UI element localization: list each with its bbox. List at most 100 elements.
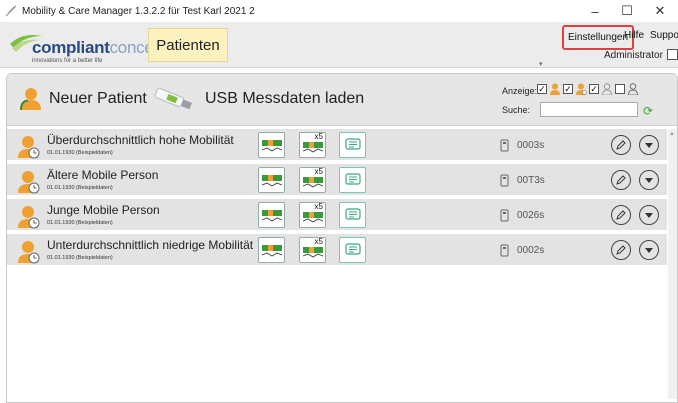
x5-label: x5 bbox=[314, 237, 323, 246]
sensor-icon bbox=[500, 209, 509, 222]
filter-checkbox-1[interactable]: ✓ bbox=[537, 83, 547, 94]
x5-label: x5 bbox=[314, 167, 323, 176]
patient-name: Junge Mobile Person bbox=[47, 203, 160, 217]
comment-button[interactable] bbox=[339, 132, 366, 158]
patient-name: Unterdurchschnittlich niedrige Mobilität bbox=[47, 238, 254, 252]
current-user: Administrator bbox=[604, 50, 663, 61]
filter-checkbox-3[interactable]: ✓ bbox=[589, 83, 599, 94]
company-logo: compliantconcept innovations for a bette… bbox=[8, 30, 167, 64]
window-title: Mobility & Care Manager 1.3.2.2 für Test… bbox=[22, 5, 255, 17]
sensor-icon bbox=[500, 139, 509, 152]
sensor-id: 0002s bbox=[517, 245, 545, 256]
tab-patienten[interactable]: Patienten bbox=[148, 28, 228, 62]
patient-row[interactable]: Unterdurchschnittlich niedrige Mobilität… bbox=[7, 234, 667, 267]
app-header: compliantconcept innovations for a bette… bbox=[0, 22, 678, 68]
menu-hilfe[interactable]: Hilfe bbox=[624, 30, 644, 41]
person-outline-icon bbox=[601, 82, 613, 95]
filter-checkbox-4[interactable] bbox=[615, 83, 625, 94]
patient-panel: Neuer Patient USB Messdaten laden Anzeig… bbox=[6, 73, 678, 403]
activity-bars-icon bbox=[261, 245, 282, 257]
new-patient-label: Neuer Patient bbox=[49, 90, 147, 107]
minimize-button[interactable]: – bbox=[580, 0, 610, 22]
person-orange-clock-icon bbox=[575, 82, 587, 95]
expand-button[interactable] bbox=[639, 135, 659, 155]
brand-bold: compliant bbox=[32, 38, 110, 57]
maximize-button[interactable]: ☐ bbox=[612, 0, 642, 22]
activity-bars-icon bbox=[261, 210, 282, 222]
chevron-down-icon bbox=[645, 213, 653, 218]
pencil-icon bbox=[616, 140, 626, 150]
patient-name: Überdurchschnittlich hohe Mobilität bbox=[47, 133, 234, 147]
multi-analysis-button[interactable]: x5 bbox=[299, 237, 326, 263]
comment-button[interactable] bbox=[339, 202, 366, 228]
comment-icon bbox=[344, 173, 361, 185]
sensor-icon bbox=[500, 174, 509, 187]
new-patient-button[interactable]: Neuer Patient bbox=[19, 86, 147, 112]
title-bar: Mobility & Care Manager 1.3.2.2 für Test… bbox=[0, 0, 678, 22]
x5-label: x5 bbox=[314, 202, 323, 211]
patient-birthdate: 01.01.1930 (Beispieldaten) bbox=[47, 185, 113, 191]
comment-icon bbox=[344, 243, 361, 255]
chevron-down-icon bbox=[645, 143, 653, 148]
patient-name: Ältere Mobile Person bbox=[47, 168, 159, 182]
anzeige-label: Anzeige: bbox=[502, 86, 538, 96]
usb-load-button[interactable]: USB Messdaten laden bbox=[149, 84, 364, 114]
list-scrollbar[interactable]: ▲ bbox=[668, 129, 677, 399]
patient-row[interactable]: Überdurchschnittlich hohe Mobilität 01.0… bbox=[7, 129, 667, 162]
single-analysis-button[interactable] bbox=[258, 167, 285, 193]
edit-button[interactable] bbox=[611, 135, 631, 155]
person-orange-icon bbox=[549, 82, 561, 95]
edit-button[interactable] bbox=[611, 170, 631, 190]
patient-toolbar: Neuer Patient USB Messdaten laden Anzeig… bbox=[7, 74, 677, 126]
patient-birthdate: 01.01.1930 (Beispieldaten) bbox=[47, 150, 113, 156]
patient-avatar-icon bbox=[18, 206, 40, 229]
expand-button[interactable] bbox=[639, 240, 659, 260]
sensor-id: 00T3s bbox=[517, 175, 545, 186]
single-analysis-button[interactable] bbox=[258, 202, 285, 228]
pencil-icon bbox=[616, 245, 626, 255]
pencil-icon bbox=[616, 175, 626, 185]
app-feather-icon bbox=[4, 4, 18, 18]
usb-load-label: USB Messdaten laden bbox=[205, 90, 365, 107]
multi-analysis-button[interactable]: x5 bbox=[299, 202, 326, 228]
comment-button[interactable] bbox=[339, 237, 366, 263]
close-button[interactable]: ✕ bbox=[645, 0, 675, 22]
patient-avatar-icon bbox=[18, 136, 40, 159]
edit-button[interactable] bbox=[611, 240, 631, 260]
logout-icon[interactable] bbox=[667, 49, 678, 60]
chevron-down-icon bbox=[645, 178, 653, 183]
patient-avatar-icon bbox=[18, 171, 40, 194]
expand-button[interactable] bbox=[639, 170, 659, 190]
brand-tagline: innovations for a better life bbox=[32, 58, 103, 64]
activity-bars-icon bbox=[261, 175, 282, 187]
x5-label: x5 bbox=[314, 132, 323, 141]
sensor-id: 0026s bbox=[517, 210, 545, 221]
sensor-id: 0003s bbox=[517, 140, 545, 151]
header-scroll-indicator-icon: ▾ bbox=[539, 61, 543, 68]
filter-checkbox-2[interactable]: ✓ bbox=[563, 83, 573, 94]
patient-birthdate: 01.01.1930 (Beispieldaten) bbox=[47, 255, 113, 261]
single-analysis-button[interactable] bbox=[258, 237, 285, 263]
expand-button[interactable] bbox=[639, 205, 659, 225]
menu-support[interactable]: Suppor bbox=[650, 30, 678, 41]
comment-icon bbox=[344, 208, 361, 220]
comment-icon bbox=[344, 138, 361, 150]
scroll-up-icon[interactable]: ▲ bbox=[669, 131, 675, 137]
pencil-icon bbox=[616, 210, 626, 220]
multi-analysis-button[interactable]: x5 bbox=[299, 167, 326, 193]
multi-analysis-button[interactable]: x5 bbox=[299, 132, 326, 158]
single-analysis-button[interactable] bbox=[258, 132, 285, 158]
patient-birthdate: 01.01.1930 (Beispieldaten) bbox=[47, 220, 113, 226]
comment-button[interactable] bbox=[339, 167, 366, 193]
person-gray-icon bbox=[627, 82, 639, 95]
chevron-down-icon bbox=[645, 248, 653, 253]
usb-stick-icon bbox=[154, 87, 192, 110]
patient-row[interactable]: Junge Mobile Person 01.01.1930 (Beispiel… bbox=[7, 199, 667, 232]
refresh-icon[interactable]: ⟳ bbox=[643, 104, 653, 118]
sensor-icon bbox=[500, 244, 509, 257]
display-filters: ✓ ✓ ✓ bbox=[537, 82, 639, 95]
suche-label: Suche: bbox=[502, 105, 531, 115]
patient-row[interactable]: Ältere Mobile Person 01.01.1930 (Beispie… bbox=[7, 164, 667, 197]
edit-button[interactable] bbox=[611, 205, 631, 225]
search-input[interactable] bbox=[540, 102, 638, 117]
